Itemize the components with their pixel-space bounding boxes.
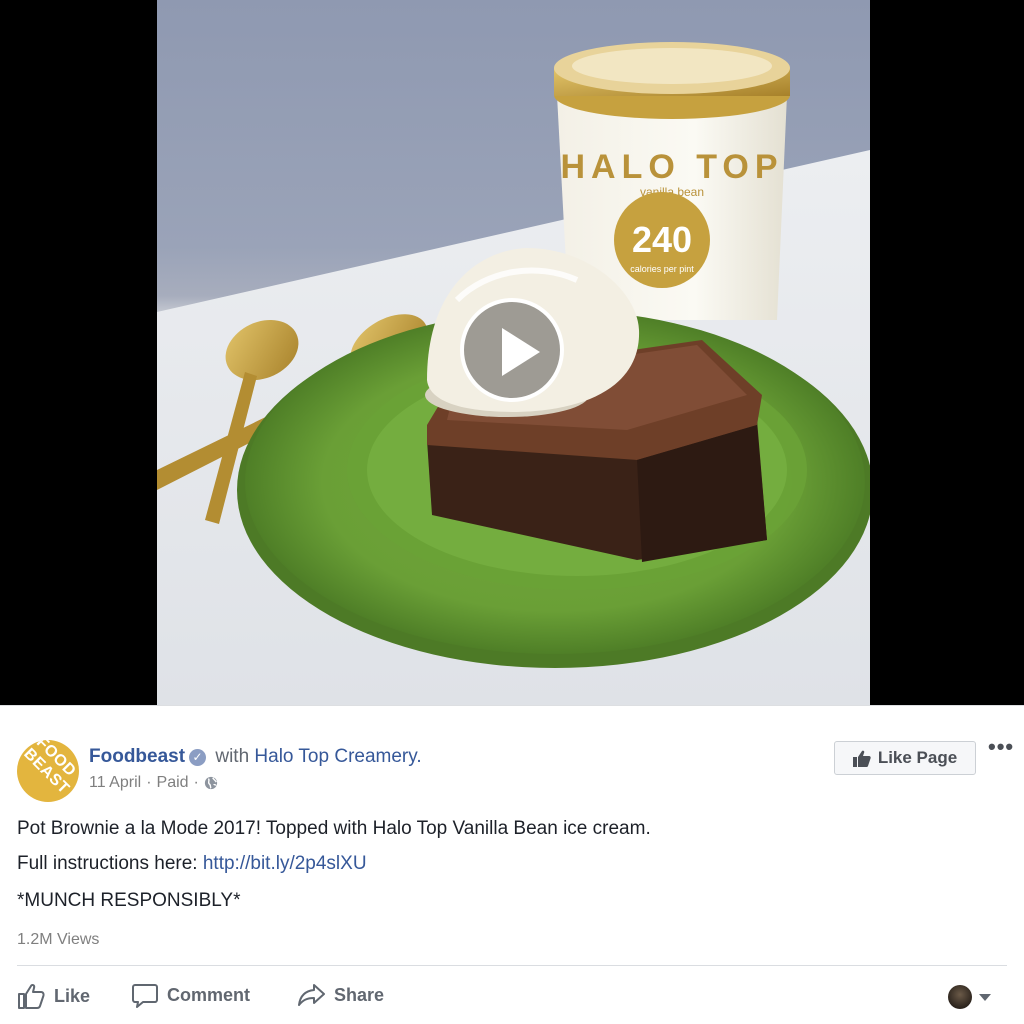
- post-text-line: Full instructions here: http://bit.ly/2p…: [17, 853, 367, 875]
- like-page-button[interactable]: Like Page: [834, 741, 976, 775]
- page-avatar[interactable]: FOOD BEAST: [17, 740, 79, 802]
- like-page-label: Like Page: [877, 748, 958, 767]
- instructions-link[interactable]: http://bit.ly/2p4slXU: [203, 853, 367, 874]
- divider: [17, 965, 1007, 966]
- share-label: Share: [334, 984, 385, 1005]
- verified-badge-icon: ✓: [189, 749, 207, 766]
- svg-text:240: 240: [632, 219, 692, 260]
- post-text-line: Pot Brownie a la Mode 2017! Topped with …: [17, 818, 651, 839]
- video-player[interactable]: HALO TOP vanilla bean 240 calories per p…: [0, 0, 1024, 705]
- comment-label: Comment: [167, 985, 251, 1005]
- like-label: Like: [54, 985, 91, 1006]
- viewer-selector[interactable]: [948, 985, 991, 1009]
- play-icon: [502, 328, 540, 376]
- post-header: Foodbeast ✓ with Halo Top Creamery.: [89, 745, 422, 769]
- tagged-page-link[interactable]: Halo Top Creamery.: [254, 746, 421, 767]
- thumbs-up-icon: [852, 750, 871, 767]
- avatar-logo-text: FOOD BEAST: [20, 740, 79, 798]
- comment-bubble-icon: [132, 984, 158, 1008]
- share-button[interactable]: Share: [298, 983, 384, 1007]
- post-date-link[interactable]: 11 April: [89, 774, 141, 792]
- page-name-link[interactable]: Foodbeast: [89, 746, 185, 767]
- globe-icon: [204, 776, 217, 790]
- meta-separator: ·: [193, 774, 199, 791]
- chevron-down-icon: [979, 993, 991, 1001]
- sponsored-label[interactable]: Paid: [157, 774, 189, 792]
- with-label: with: [215, 746, 250, 767]
- like-button[interactable]: Like: [17, 983, 90, 1009]
- svg-text:HALO TOP: HALO TOP: [560, 148, 783, 186]
- view-count[interactable]: 1.2M Views: [17, 931, 99, 949]
- play-button[interactable]: [460, 298, 564, 402]
- meta-separator: ·: [146, 774, 152, 791]
- svg-text:calories per pint: calories per pint: [630, 264, 694, 274]
- viewer-avatar: [948, 985, 972, 1009]
- instructions-label: Full instructions here:: [17, 853, 203, 874]
- share-arrow-icon: [298, 984, 325, 1006]
- thumbs-up-outline-icon: [18, 983, 45, 1009]
- post-meta: 11 April · Paid ·: [89, 774, 218, 792]
- post-text-line: *MUNCH RESPONSIBLY*: [17, 890, 241, 911]
- post-card: FOOD BEAST Foodbeast ✓ with Halo Top Crea…: [0, 705, 1024, 1024]
- more-options-icon[interactable]: •••: [988, 736, 1013, 758]
- comment-button[interactable]: Comment: [132, 983, 250, 1008]
